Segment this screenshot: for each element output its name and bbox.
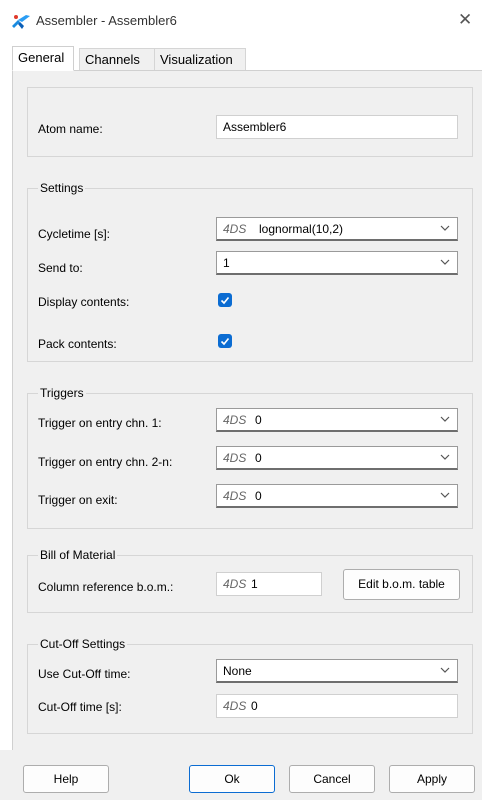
trigger-entry1-dropdown[interactable]: 4DS 0 <box>216 408 458 432</box>
bom-group: Bill of Material Column reference b.o.m.… <box>27 548 473 613</box>
atom-group: Atom name: Assembler6 <box>27 87 473 157</box>
enterprise-dynamics-icon <box>12 15 30 29</box>
tab-general[interactable]: General <box>12 46 74 71</box>
4ds-tag: 4DS <box>223 413 247 427</box>
apply-button[interactable]: Apply <box>389 765 475 793</box>
bom-title: Bill of Material <box>38 548 118 562</box>
trigger-exit-label: Trigger on exit: <box>38 493 118 507</box>
tab-visualization[interactable]: Visualization <box>154 48 246 70</box>
sendto-value: 1 <box>223 256 230 270</box>
cancel-button[interactable]: Cancel <box>289 765 375 793</box>
cutoff-group: Cut-Off Settings Use Cut-Off time: None … <box>27 637 473 734</box>
cycletime-label: Cycletime [s]: <box>38 227 111 241</box>
window-title: Assembler - Assembler6 <box>36 13 177 28</box>
help-button[interactable]: Help <box>23 765 109 793</box>
4ds-tag: 4DS <box>223 489 247 503</box>
checkmark-icon <box>220 296 230 305</box>
chevron-down-icon <box>440 225 450 231</box>
trigger-entry2n-dropdown[interactable]: 4DS 0 <box>216 446 458 470</box>
tab-channels[interactable]: Channels <box>79 48 155 70</box>
use-cutoff-value: None <box>223 664 252 678</box>
close-icon[interactable]: ✕ <box>458 10 472 30</box>
atom-name-input[interactable]: Assembler6 <box>216 115 458 139</box>
column-reference-label: Column reference b.o.m.: <box>38 580 174 594</box>
4ds-tag: 4DS <box>223 451 247 465</box>
use-cutoff-label: Use Cut-Off time: <box>38 667 131 681</box>
cutoff-time-value: 0 <box>251 699 258 713</box>
use-cutoff-dropdown[interactable]: None <box>216 659 458 683</box>
display-contents-checkbox[interactable] <box>218 293 232 307</box>
cutoff-title: Cut-Off Settings <box>38 637 128 651</box>
column-reference-value: 1 <box>251 577 258 591</box>
triggers-group: Triggers Trigger on entry chn. 1: 4DS 0 … <box>27 386 473 529</box>
chevron-down-icon <box>440 454 450 460</box>
pack-contents-checkbox[interactable] <box>218 334 232 348</box>
sendto-dropdown[interactable]: 1 <box>216 251 458 275</box>
chevron-down-icon <box>440 492 450 498</box>
trigger-entry1-label: Trigger on entry chn. 1: <box>38 416 162 430</box>
4ds-tag: 4DS <box>223 699 247 713</box>
column-reference-input[interactable]: 4DS 1 <box>216 572 322 596</box>
edit-bom-table-button[interactable]: Edit b.o.m. table <box>343 569 460 600</box>
pack-contents-label: Pack contents: <box>38 337 117 351</box>
display-contents-label: Display contents: <box>38 295 130 309</box>
4ds-tag: 4DS <box>223 222 247 236</box>
chevron-down-icon <box>440 667 450 673</box>
button-bar: Help Ok Cancel Apply <box>0 750 482 800</box>
settings-title: Settings <box>38 181 86 195</box>
tab-strip: General Channels Visualization <box>12 46 482 71</box>
trigger-entry1-value: 0 <box>255 413 262 427</box>
ok-button[interactable]: Ok <box>189 765 275 793</box>
cycletime-value: lognormal(10,2) <box>259 222 344 236</box>
cycletime-dropdown[interactable]: 4DS lognormal(10,2) <box>216 217 458 241</box>
cutoff-time-input[interactable]: 4DS 0 <box>216 694 458 718</box>
trigger-entry2n-label: Trigger on entry chn. 2-n: <box>38 455 173 469</box>
atom-name-label: Atom name: <box>38 122 103 136</box>
title-bar: Assembler - Assembler6 ✕ <box>0 0 482 40</box>
checkmark-icon <box>220 337 230 346</box>
4ds-tag: 4DS <box>223 577 247 591</box>
triggers-title: Triggers <box>38 386 86 400</box>
sendto-label: Send to: <box>38 261 83 275</box>
trigger-exit-value: 0 <box>255 489 262 503</box>
general-panel: Atom name: Assembler6 Settings Cycletime… <box>12 70 482 750</box>
cutoff-time-label: Cut-Off time [s]: <box>38 700 122 714</box>
trigger-exit-dropdown[interactable]: 4DS 0 <box>216 484 458 508</box>
trigger-entry2n-value: 0 <box>255 451 262 465</box>
atom-name-value: Assembler6 <box>223 120 287 134</box>
chevron-down-icon <box>440 259 450 265</box>
chevron-down-icon <box>440 416 450 422</box>
settings-group: Settings Cycletime [s]: 4DS lognormal(10… <box>27 181 473 362</box>
